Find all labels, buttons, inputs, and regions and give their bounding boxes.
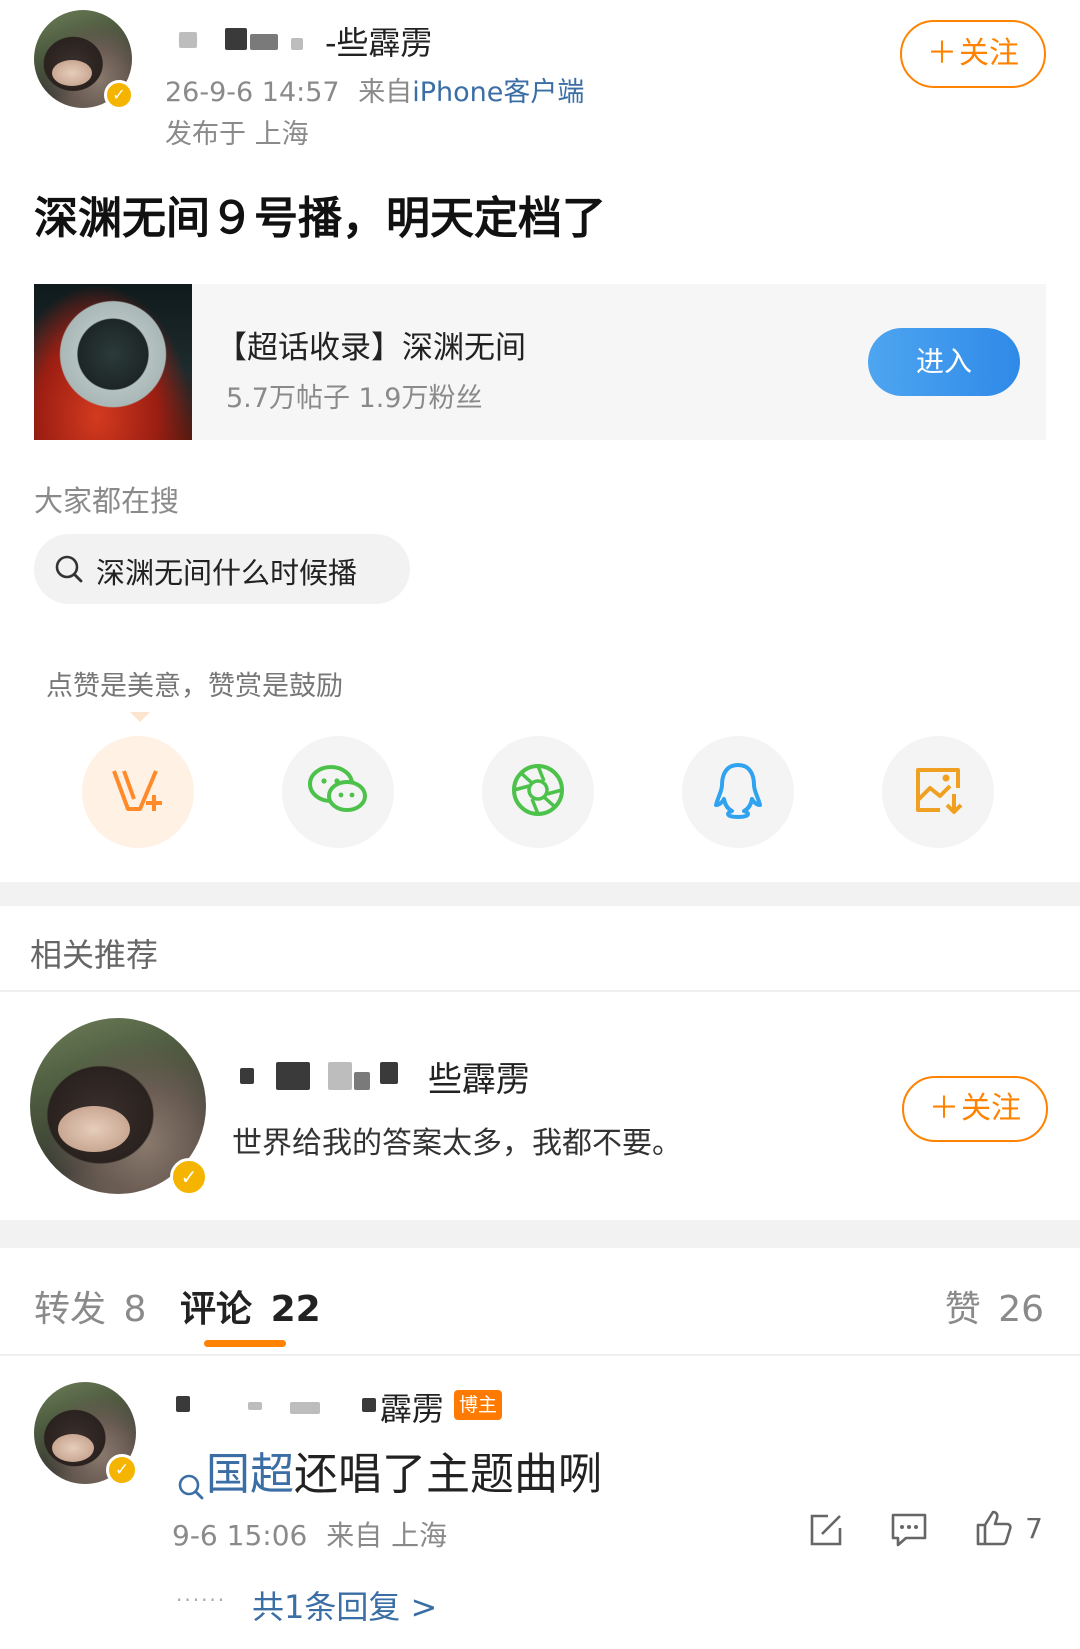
active-tab-indicator bbox=[204, 1340, 286, 1347]
vplus-reward-icon bbox=[110, 765, 166, 819]
tab-likes-count: 26 bbox=[998, 1289, 1044, 1330]
tab-comments[interactable]: 评论 22 bbox=[180, 1280, 321, 1332]
comment-like-button[interactable]: 7 bbox=[974, 1508, 1043, 1548]
verified-badge-icon: ✓ bbox=[104, 80, 134, 110]
comment-meta: 9-6 15:06 来自 上海 bbox=[172, 1514, 447, 1554]
topic-cover-image bbox=[34, 284, 192, 440]
trending-query: 深渊无间什么时候播 bbox=[96, 556, 358, 590]
follow-label: 关注 bbox=[959, 36, 1019, 71]
reply-comment-icon[interactable] bbox=[890, 1512, 928, 1548]
view-replies-link[interactable]: 共1条回复 > bbox=[252, 1582, 437, 1628]
post-meta: 26-9-6 14:57 来自iPhone客户端 bbox=[165, 70, 584, 109]
wechat-share-button[interactable] bbox=[282, 736, 394, 848]
tab-reposts-label: 转发 bbox=[34, 1289, 107, 1330]
commenter-verified-badge-icon: ✓ bbox=[106, 1454, 138, 1486]
plus-icon: ＋ bbox=[929, 1091, 959, 1126]
related-heading-divider bbox=[0, 990, 1080, 992]
author-name-text: -些霹雳 bbox=[325, 24, 433, 62]
post-location: 发布于 上海 bbox=[165, 119, 309, 150]
related-follow-button[interactable]: ＋关注 bbox=[902, 1076, 1048, 1142]
related-name[interactable]: 些霹雳 bbox=[232, 1050, 552, 1100]
comment-source: 来自 上海 bbox=[326, 1519, 448, 1552]
commenter-name-text: 霹雳 bbox=[380, 1390, 445, 1428]
topic-card[interactable]: 【超话收录】深渊无间 5.7万帖子 1.9万粉丝 进入 bbox=[34, 284, 1046, 440]
topic-stats: 5.7万帖子 1.9万粉丝 bbox=[226, 383, 483, 414]
trending-search-pill[interactable]: 深渊无间什么时候播 bbox=[34, 534, 410, 604]
section-divider-2 bbox=[0, 1220, 1080, 1248]
related-bio: 世界给我的答案太多，我都不要。 bbox=[232, 1126, 682, 1161]
tab-likes-label: 赞 bbox=[944, 1289, 981, 1330]
comment-time: 9-6 15:06 bbox=[172, 1519, 308, 1552]
share-comment-icon[interactable] bbox=[808, 1512, 844, 1548]
related-verified-badge-icon: ✓ bbox=[170, 1158, 208, 1196]
tab-comments-label: 评论 bbox=[180, 1289, 253, 1330]
moments-share-button[interactable] bbox=[482, 736, 594, 848]
reward-tooltip: 点赞是美意，赞赏是鼓励 bbox=[46, 671, 343, 702]
related-name-text: 些霹雳 bbox=[428, 1060, 530, 1100]
search-icon bbox=[54, 554, 84, 584]
author-name[interactable]: -些霹雳 bbox=[165, 18, 455, 62]
moments-icon bbox=[510, 762, 566, 822]
post-source-prefix: 来自 bbox=[358, 77, 413, 108]
section-divider bbox=[0, 882, 1080, 906]
wechat-icon bbox=[306, 762, 370, 822]
related-follow-label: 关注 bbox=[961, 1091, 1021, 1126]
commenter-name[interactable]: 霹雳 bbox=[172, 1384, 502, 1428]
post-source-client[interactable]: iPhone客户端 bbox=[412, 77, 584, 108]
save-image-button[interactable] bbox=[882, 736, 994, 848]
post-timestamp: 26-9-6 14:57 bbox=[165, 77, 340, 108]
replies-dots: ······ bbox=[176, 1588, 227, 1612]
tab-reposts[interactable]: 转发 8 bbox=[34, 1280, 146, 1332]
thumbs-up-icon bbox=[974, 1508, 1014, 1548]
enter-label: 进入 bbox=[915, 345, 972, 378]
tab-reposts-count: 8 bbox=[123, 1289, 147, 1330]
qq-share-button[interactable] bbox=[682, 736, 794, 848]
comment-like-count: 7 bbox=[1025, 1511, 1043, 1545]
enter-topic-button[interactable]: 进入 bbox=[868, 328, 1020, 396]
comment-body: 国超还唱了主题曲咧 bbox=[176, 1438, 602, 1502]
blogger-badge: 博主 bbox=[454, 1390, 502, 1420]
comment-text: 还唱了主题曲咧 bbox=[294, 1449, 602, 1500]
vplus-reward-button[interactable] bbox=[82, 736, 194, 848]
comment-topic-link[interactable]: 国超 bbox=[206, 1449, 294, 1500]
follow-button[interactable]: ＋关注 bbox=[900, 20, 1046, 88]
tab-likes[interactable]: 赞 26 bbox=[945, 1280, 1044, 1332]
qq-icon bbox=[712, 761, 764, 823]
trending-heading: 大家都在搜 bbox=[34, 484, 180, 518]
tabs-divider bbox=[0, 1354, 1080, 1356]
save-image-icon bbox=[910, 762, 966, 822]
topic-title: 【超话收录】深渊无间 bbox=[216, 330, 526, 366]
topic-search-icon bbox=[176, 1462, 206, 1500]
post-body-text: 深渊无间９号播，明天定档了 bbox=[34, 193, 606, 244]
plus-icon: ＋ bbox=[927, 36, 957, 71]
related-heading: 相关推荐 bbox=[30, 936, 159, 974]
tab-comments-count: 22 bbox=[270, 1289, 321, 1330]
tooltip-pointer bbox=[130, 712, 150, 722]
